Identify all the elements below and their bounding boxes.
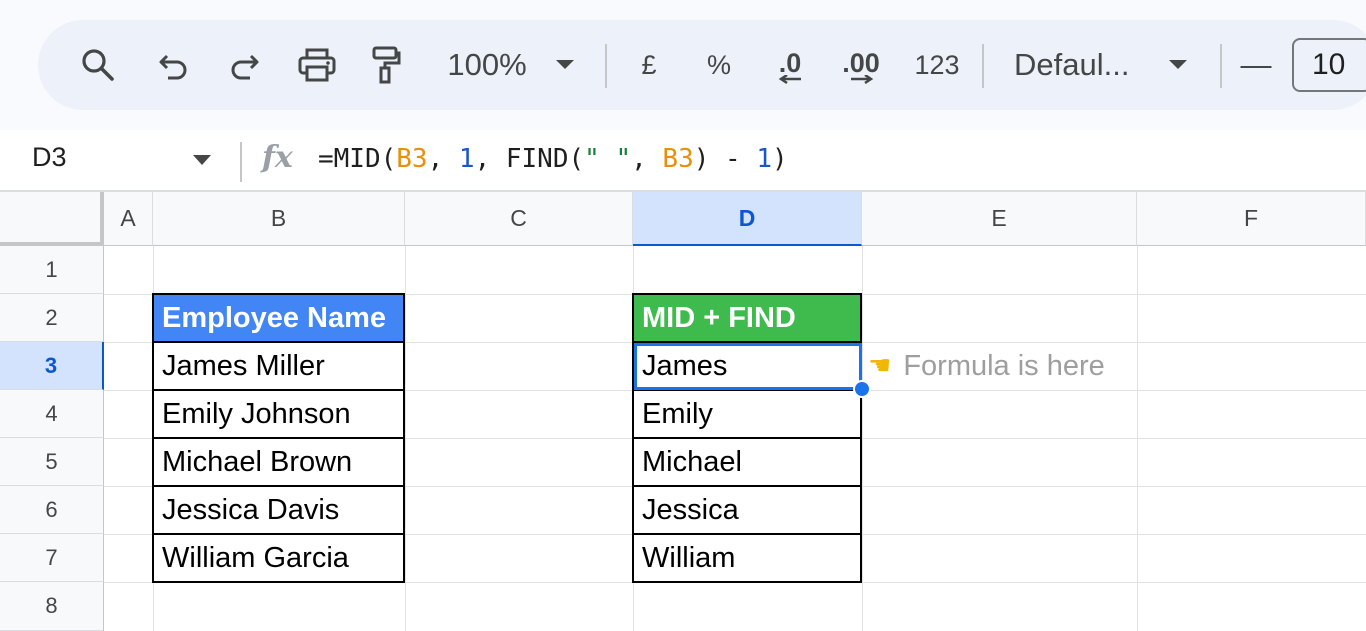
undo-icon[interactable] [154,20,194,110]
row-header-7[interactable]: 7 [0,534,104,582]
percent-button[interactable]: % [702,20,736,110]
toolbar-divider [1220,44,1222,88]
formula-token: , [427,144,459,174]
annotation-note: ☚ Formula is here [868,342,1105,390]
number-format-label: 123 [914,49,960,80]
cell-d2-header[interactable]: MID + FIND [632,293,862,343]
formula-string: " " [584,144,632,174]
cell-b2-header[interactable]: Employee Name [152,293,405,343]
percent-label: % [706,49,731,80]
row-header-1[interactable]: 1 [0,246,104,294]
increase-decimal-label: .00 [842,48,880,78]
formula-token: , FIND( [474,144,585,174]
decrease-decimal-button[interactable]: .0 [768,20,812,110]
formula-token: ) - [693,144,757,174]
cell-b5[interactable]: Michael Brown [152,439,405,487]
formula-bar-divider [240,142,242,182]
font-select[interactable]: Defaul... [1014,20,1144,110]
row-header-4[interactable]: 4 [0,390,104,438]
column-header-a[interactable]: A [104,192,153,246]
column-header-b[interactable]: B [153,192,405,246]
row-header-3[interactable]: 3 [0,342,104,390]
formula-token: , [631,144,663,174]
name-box-dropdown-icon[interactable] [193,155,211,165]
formula-cell-ref: B3 [662,144,694,174]
toolbar-divider [605,44,607,88]
print-icon[interactable] [296,20,338,110]
zoom-value: 100% [447,47,527,82]
spreadsheet-grid: A B C D E F 1 2 3 4 5 6 7 8 Employee Nam… [0,192,1366,631]
currency-label: £ [641,49,657,80]
increase-decimal-button[interactable]: .00 [836,20,886,110]
column-header-c[interactable]: C [405,192,633,246]
font-size-input[interactable]: 10 [1292,38,1366,92]
cell-d7[interactable]: William [632,535,862,583]
formula-cell-ref: B3 [396,144,428,174]
function-icon: fx [262,140,293,175]
paint-format-icon[interactable] [366,20,406,110]
cell-d3[interactable]: James [632,343,862,391]
minus-icon: — [1240,47,1272,82]
number-format-button[interactable]: 123 [910,20,964,110]
row-header-6[interactable]: 6 [0,486,104,534]
font-size-decrease-button[interactable]: — [1238,20,1274,110]
formula-number: 1 [458,144,475,174]
formula-token: =MID( [318,144,397,174]
row-header-8[interactable]: 8 [0,582,104,631]
zoom-select[interactable]: 100% [442,20,532,110]
zoom-dropdown-icon[interactable] [553,20,577,110]
currency-button[interactable]: £ [634,20,664,110]
formula-input[interactable]: =MID(B3, 1, FIND(" ", B3) - 1) [318,144,788,174]
font-dropdown-icon[interactable] [1166,20,1190,110]
decrease-decimal-label: .0 [778,48,802,78]
formula-number: 1 [756,144,773,174]
name-box[interactable]: D3 [32,142,67,173]
cell-d6[interactable]: Jessica [632,487,862,535]
column-header-d[interactable]: D [633,192,862,246]
toolbar: 100% £ % .0 .00 123 Defaul... — [38,20,1366,110]
toolbar-divider [982,44,984,88]
pointing-hand-icon: ☚ [868,351,892,381]
annotation-text: Formula is here [903,349,1105,382]
cell-d4[interactable]: Emily [632,391,862,439]
row-header-2[interactable]: 2 [0,294,104,342]
font-value: Defaul... [1014,47,1130,82]
search-icon[interactable] [78,20,118,110]
formula-bar: D3 fx =MID(B3, 1, FIND(" ", B3) - 1) [0,130,1366,192]
arrow-left-icon [778,75,801,85]
row-header-5[interactable]: 5 [0,438,104,486]
cell-b3[interactable]: James Miller [152,343,405,391]
column-header-f[interactable]: F [1137,192,1366,246]
cell-d5[interactable]: Michael [632,439,862,487]
arrow-right-icon [851,75,874,85]
cell-b7[interactable]: William Garcia [152,535,405,583]
toolbar-area: 100% £ % .0 .00 123 Defaul... — 10 [0,0,1366,130]
cell-b4[interactable]: Emily Johnson [152,391,405,439]
formula-token: ) [772,144,788,174]
font-size-value: 10 [1312,48,1346,81]
select-all-corner[interactable] [0,192,104,246]
cell-b6[interactable]: Jessica Davis [152,487,405,535]
column-header-e[interactable]: E [862,192,1137,246]
redo-icon[interactable] [224,20,264,110]
